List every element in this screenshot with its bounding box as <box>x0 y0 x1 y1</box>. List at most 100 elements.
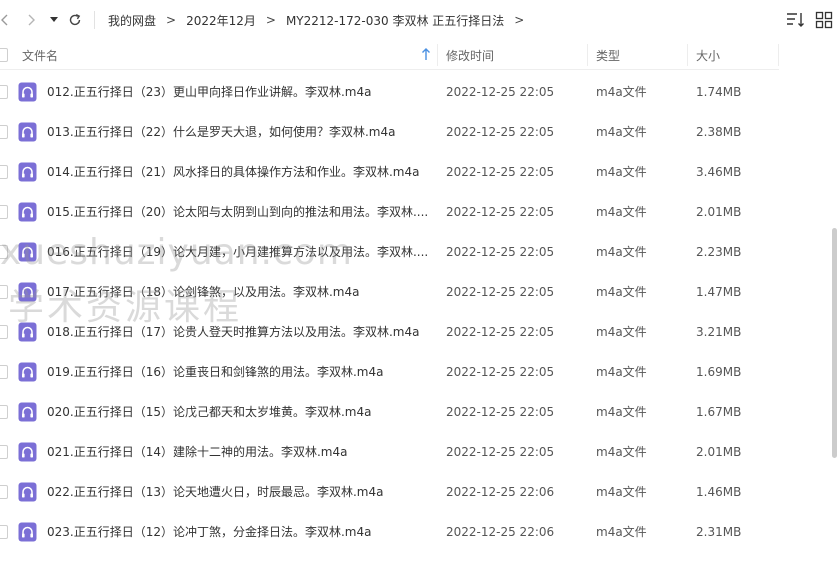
row-checkbox[interactable] <box>0 285 8 299</box>
audio-file-icon <box>18 322 37 342</box>
file-row[interactable]: 015.正五行择日（20）论太阳与太阴到山到向的推法和用法。李双林.... 202… <box>0 192 830 232</box>
file-name[interactable]: 014.正五行择日（21）风水择日的具体操作方法和作业。李双林.m4a <box>47 152 427 192</box>
breadcrumb-separator: > <box>265 13 276 27</box>
toolbar: 我的网盘 > 2022年12月 > MY2212-172-030 李双林 正五行… <box>0 0 839 40</box>
audio-file-icon <box>18 162 37 182</box>
audio-file-icon <box>18 442 37 462</box>
back-icon[interactable] <box>0 10 12 30</box>
file-type: m4a文件 <box>596 85 647 99</box>
audio-file-icon <box>18 82 37 102</box>
file-row[interactable]: 016.正五行择日（19）论大月建，小月建推算方法以及用法。李双林.... 202… <box>0 232 830 272</box>
refresh-icon[interactable] <box>67 10 83 30</box>
file-row[interactable]: 018.正五行择日（17）论贵人登天时推算方法以及用法。李双林.m4a 2022-… <box>0 312 830 352</box>
file-name[interactable]: 019.正五行择日（16）论重丧日和剑锋煞的用法。李双林.m4a <box>47 352 427 392</box>
sort-ascending-icon[interactable] <box>420 47 432 61</box>
file-size: 1.74MB <box>696 85 742 99</box>
file-row[interactable]: 020.正五行择日（15）论戊己都天和太岁堆黄。李双林.m4a 2022-12-2… <box>0 392 830 432</box>
file-modified-time: 2022-12-25 22:05 <box>446 405 555 419</box>
file-row[interactable]: 012.正五行择日（23）更山甲向择日作业讲解。李双林.m4a 2022-12-2… <box>0 72 830 112</box>
row-checkbox[interactable] <box>0 125 8 139</box>
file-size: 2.38MB <box>696 125 742 139</box>
file-row[interactable]: 013.正五行择日（22）什么是罗天大退，如何使用？李双林.m4a 2022-12… <box>0 112 830 152</box>
file-modified-time: 2022-12-25 22:06 <box>446 525 555 539</box>
file-size: 3.46MB <box>696 165 742 179</box>
file-name[interactable]: 020.正五行择日（15）论戊己都天和太岁堆黄。李双林.m4a <box>47 392 427 432</box>
audio-file-icon <box>18 402 37 422</box>
sort-icon[interactable] <box>786 11 806 29</box>
column-modified[interactable]: 修改时间 <box>446 40 586 70</box>
breadcrumb-separator: > <box>166 13 177 27</box>
file-modified-time: 2022-12-25 22:06 <box>446 485 555 499</box>
file-modified-time: 2022-12-25 22:05 <box>446 325 555 339</box>
breadcrumb-item-root[interactable]: 我的网盘 <box>108 12 156 29</box>
row-checkbox[interactable] <box>0 445 8 459</box>
breadcrumb-divider <box>94 11 95 29</box>
row-checkbox[interactable] <box>0 365 8 379</box>
file-modified-time: 2022-12-25 22:05 <box>446 245 555 259</box>
grid-view-icon[interactable] <box>815 11 833 29</box>
column-divider[interactable] <box>437 44 438 66</box>
file-row[interactable]: 021.正五行择日（14）建除十二神的用法。李双林.m4a 2022-12-25 … <box>0 432 830 472</box>
scrollbar-thumb[interactable] <box>832 228 837 458</box>
file-size: 3.21MB <box>696 325 742 339</box>
audio-file-icon <box>18 522 37 542</box>
file-name[interactable]: 022.正五行择日（13）论天地遭火日，时辰最忌。李双林.m4a <box>47 472 427 512</box>
column-divider[interactable] <box>687 44 688 66</box>
file-type: m4a文件 <box>596 125 647 139</box>
breadcrumb-item-folder[interactable]: MY2212-172-030 李双林 正五行择日法 <box>286 12 504 29</box>
breadcrumb-item-month[interactable]: 2022年12月 <box>186 12 256 29</box>
row-checkbox[interactable] <box>0 85 8 99</box>
column-size[interactable]: 大小 <box>696 40 776 70</box>
file-size: 1.69MB <box>696 365 742 379</box>
file-name[interactable]: 012.正五行择日（23）更山甲向择日作业讲解。李双林.m4a <box>47 72 427 112</box>
file-name[interactable]: 018.正五行择日（17）论贵人登天时推算方法以及用法。李双林.m4a <box>47 312 427 352</box>
row-checkbox[interactable] <box>0 405 8 419</box>
column-name-label: 文件名 <box>22 48 59 63</box>
file-name[interactable]: 013.正五行择日（22）什么是罗天大退，如何使用？李双林.m4a <box>47 112 427 152</box>
row-checkbox[interactable] <box>0 525 8 539</box>
column-modified-label: 修改时间 <box>446 48 495 63</box>
file-size: 2.31MB <box>696 525 742 539</box>
select-all-checkbox[interactable] <box>0 48 8 62</box>
file-type: m4a文件 <box>596 445 647 459</box>
file-name[interactable]: 016.正五行择日（19）论大月建，小月建推算方法以及用法。李双林.... <box>47 232 427 272</box>
file-modified-time: 2022-12-25 22:05 <box>446 125 555 139</box>
file-size: 2.01MB <box>696 205 742 219</box>
row-checkbox[interactable] <box>0 325 8 339</box>
file-row[interactable]: 019.正五行择日（16）论重丧日和剑锋煞的用法。李双林.m4a 2022-12-… <box>0 352 830 392</box>
column-type-label: 类型 <box>596 48 621 63</box>
file-name[interactable]: 023.正五行择日（12）论冲丁煞，分金择日法。李双林.m4a <box>47 512 427 552</box>
vertical-scrollbar[interactable] <box>829 70 839 548</box>
audio-file-icon <box>18 482 37 502</box>
audio-file-icon <box>18 362 37 382</box>
file-type: m4a文件 <box>596 325 647 339</box>
breadcrumb-separator: > <box>514 13 525 27</box>
row-checkbox[interactable] <box>0 205 8 219</box>
file-name[interactable]: 017.正五行择日（18）论剑锋煞，以及用法。李双林.m4a <box>47 272 427 312</box>
file-row[interactable]: 022.正五行择日（13）论天地遭火日，时辰最忌。李双林.m4a 2022-12-… <box>0 472 830 512</box>
row-checkbox[interactable] <box>0 245 8 259</box>
file-modified-time: 2022-12-25 22:05 <box>446 85 555 99</box>
breadcrumb: 我的网盘 > 2022年12月 > MY2212-172-030 李双林 正五行… <box>94 10 534 30</box>
history-dropdown-icon[interactable] <box>48 10 60 30</box>
column-divider[interactable] <box>587 44 588 66</box>
file-modified-time: 2022-12-25 22:05 <box>446 285 555 299</box>
file-type: m4a文件 <box>596 365 647 379</box>
column-header: 文件名 修改时间 类型 大小 <box>0 40 839 70</box>
file-row[interactable]: 017.正五行择日（18）论剑锋煞，以及用法。李双林.m4a 2022-12-25… <box>0 272 830 312</box>
file-modified-time: 2022-12-25 22:05 <box>446 205 555 219</box>
file-type: m4a文件 <box>596 285 647 299</box>
column-type[interactable]: 类型 <box>596 40 686 70</box>
file-row[interactable]: 023.正五行择日（12）论冲丁煞，分金择日法。李双林.m4a 2022-12-2… <box>0 512 830 552</box>
file-name[interactable]: 021.正五行择日（14）建除十二神的用法。李双林.m4a <box>47 432 427 472</box>
forward-icon[interactable] <box>24 10 38 30</box>
header-divider <box>0 69 779 70</box>
file-name[interactable]: 015.正五行择日（20）论太阳与太阴到山到向的推法和用法。李双林.... <box>47 192 427 232</box>
file-list: 012.正五行择日（23）更山甲向择日作业讲解。李双林.m4a 2022-12-2… <box>0 72 830 552</box>
audio-file-icon <box>18 202 37 222</box>
file-row[interactable]: 014.正五行择日（21）风水择日的具体操作方法和作业。李双林.m4a 2022-… <box>0 152 830 192</box>
column-divider[interactable] <box>778 44 779 66</box>
row-checkbox[interactable] <box>0 165 8 179</box>
row-checkbox[interactable] <box>0 485 8 499</box>
column-name[interactable]: 文件名 <box>22 40 432 70</box>
